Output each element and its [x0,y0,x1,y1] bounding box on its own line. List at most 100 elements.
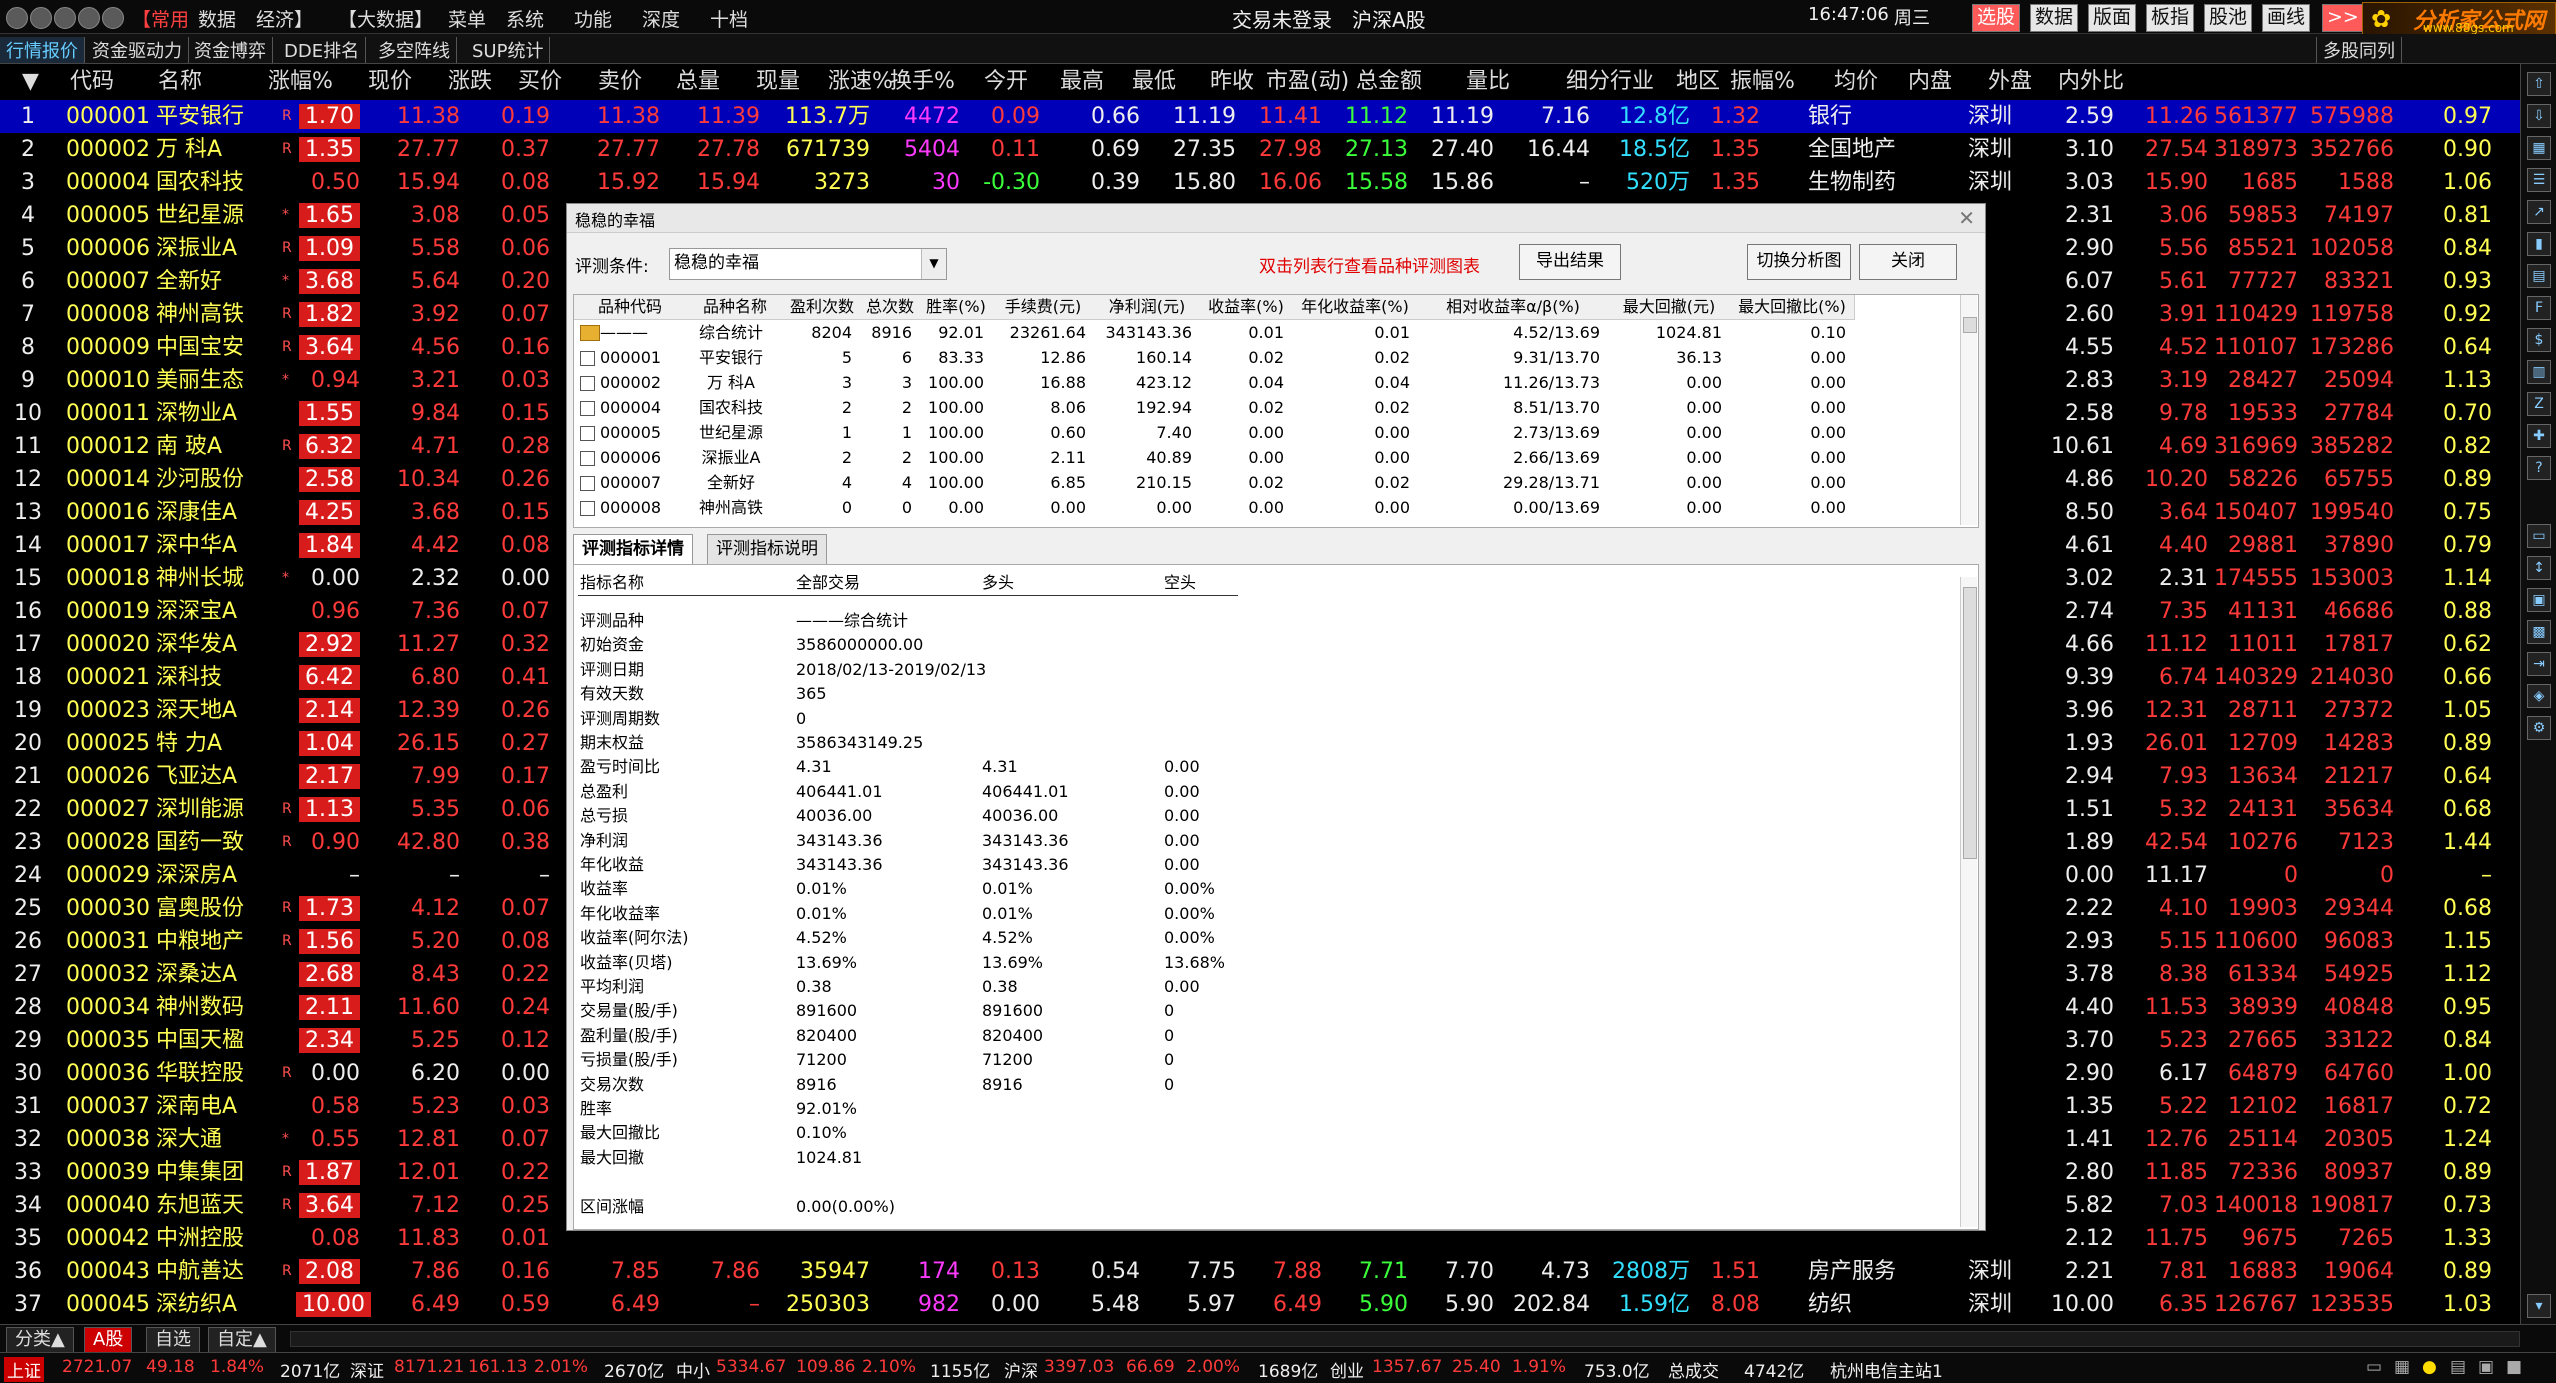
row-checkbox[interactable] [580,451,595,466]
list-column-header[interactable]: 收益率(%) [1200,295,1293,320]
kline-icon[interactable]: ▮ [2527,232,2551,256]
stock-code[interactable]: 000006 [66,232,150,265]
stock-code[interactable]: 000002 [66,133,150,166]
f10-icon[interactable]: F [2527,296,2551,320]
tab-indicator-details[interactable]: 评测指标详情 [573,534,693,566]
refresh-circle-icon[interactable] [78,7,100,29]
stock-name[interactable]: 国药一致 [156,826,244,859]
chart-line-icon[interactable]: ↗ [2527,200,2551,224]
bag-icon[interactable]: ◈ [2527,684,2551,708]
table-icon[interactable]: ▦ [2527,136,2551,160]
stock-name[interactable]: 南 玻A [156,430,222,463]
stock-name[interactable]: 深大通 [156,1123,222,1156]
system-dot-icon[interactable] [6,7,28,29]
menu-xitong[interactable]: 系统 [506,5,544,32]
table-row[interactable]: 36 000043 中航善达 R 2.08 7.86 0.16 7.85 7.86 35947 17… [0,1255,2520,1288]
tab-a-share[interactable]: A股 [84,1327,133,1353]
stock-code[interactable]: 000026 [66,760,150,793]
stock-name[interactable]: 深中华A [156,529,237,562]
tray-print-icon[interactable]: ▣ [2478,1357,2494,1377]
stock-code[interactable]: 000039 [66,1156,150,1189]
column-header[interactable]: 现量 [756,64,800,100]
stock-code[interactable]: 000040 [66,1189,150,1222]
tray-grid-icon[interactable]: ▦ [2394,1357,2410,1377]
tab-category[interactable]: 分类▲ [6,1327,74,1353]
menu-jingji[interactable]: 经济】 [256,5,313,32]
list-column-header[interactable]: 总次数 [860,295,921,320]
home-circle-icon[interactable] [102,7,124,29]
stock-name[interactable]: 飞亚达A [156,760,237,793]
stock-name[interactable]: 深南电A [156,1090,237,1123]
stock-code[interactable]: 000012 [66,430,150,463]
tab-indicator-description[interactable]: 评测指标说明 [707,534,827,566]
list-scrollbar[interactable] [1960,295,1977,525]
stock-code[interactable]: 000032 [66,958,150,991]
column-header[interactable]: 涨幅% [268,64,333,100]
menu-dashuju[interactable]: 【大数据】 [338,5,433,32]
column-header[interactable]: 振幅% [1730,64,1795,100]
huaxian-button[interactable]: 画线 [2262,4,2311,32]
cy-label[interactable]: 创业 [1330,1357,1364,1382]
column-header[interactable]: 涨速% [828,64,893,100]
screen-icon[interactable]: ▣ [2527,588,2551,612]
list-column-header[interactable]: 最大回撤比(%) [1730,295,1855,320]
stock-code[interactable]: 000005 [66,199,150,232]
column-header[interactable]: 换手% [890,64,955,100]
stock-code[interactable]: 000027 [66,793,150,826]
arrow-down-icon[interactable]: ⇩ [2527,104,2551,128]
stock-code[interactable]: 000045 [66,1288,150,1321]
list-item[interactable]: 000002 万 科A 3 3 100.00 16.88 423.12 0.04 0.04 11.… [574,370,1978,395]
column-header[interactable]: 细分行业 [1566,64,1654,100]
tab-multi-stock[interactable]: 多股同列 [2316,37,2402,63]
stock-code[interactable]: 000042 [66,1222,150,1255]
stock-code[interactable]: 000034 [66,991,150,1024]
list-item[interactable]: 000004 国农科技 2 2 100.00 8.06 192.94 0.02 0.02 8.51… [574,395,1978,420]
tray-calc-icon[interactable]: ▤ [2450,1357,2466,1377]
column-header[interactable]: 最高 [1060,64,1104,100]
hs-label[interactable]: 沪深 [1004,1357,1038,1382]
tab-sup-stats[interactable]: SUP统计 [466,37,551,63]
stock-name[interactable]: 深振业A [156,232,237,265]
stock-name[interactable]: 中国宝安 [156,331,244,364]
stock-code[interactable]: 000025 [66,727,150,760]
fz-icon[interactable]: Z [2527,392,2551,416]
sort-icon[interactable]: ↕ [2527,556,2551,580]
list-column-header[interactable]: 年化收益率(%) [1292,295,1419,320]
report-icon[interactable]: ▥ [2527,360,2551,384]
stock-code[interactable]: 000016 [66,496,150,529]
stock-name[interactable]: 深桑达A [156,958,237,991]
server-site[interactable]: 杭州电信主站1 [1830,1357,1943,1382]
column-header[interactable]: 总量 [676,64,720,100]
tab-custom[interactable]: 自定▲ [208,1327,276,1353]
finance-icon[interactable]: $ [2527,328,2551,352]
stock-code[interactable]: 000007 [66,265,150,298]
tray-bell-icon[interactable]: ● [2422,1357,2437,1377]
tab-dde-rank[interactable]: DDE排名 [278,37,367,63]
stock-name[interactable]: 神州高铁 [156,298,244,331]
news-icon[interactable]: ▤ [2527,264,2551,288]
stock-name[interactable]: 中集集团 [156,1156,244,1189]
column-header[interactable]: 现价 [368,64,412,100]
stock-name[interactable]: 特 力A [156,727,222,760]
stock-name[interactable]: 深科技 [156,661,222,694]
stock-code[interactable]: 000030 [66,892,150,925]
stock-code[interactable]: 000010 [66,364,150,397]
stock-name[interactable]: 国农科技 [156,166,244,199]
stock-code[interactable]: 000036 [66,1057,150,1090]
row-checkbox[interactable] [580,401,595,416]
menu-shuju[interactable]: 数据 [198,5,236,32]
column-header[interactable]: 市盈(动) [1266,64,1349,100]
stock-code[interactable]: 000001 [66,100,150,133]
list-column-header[interactable]: 胜率(%) [920,295,993,320]
gear-icon[interactable]: ⚙ [2527,716,2551,740]
stock-name[interactable]: 沙河股份 [156,463,244,496]
stock-name[interactable]: 深华发A [156,628,237,661]
stock-name[interactable]: 神州数码 [156,991,244,1024]
stock-name[interactable]: 深圳能源 [156,793,244,826]
list-icon[interactable]: ☰ [2527,168,2551,192]
column-menu-icon[interactable]: ▼ [22,64,39,100]
horizontal-scrollbar[interactable] [290,1331,2520,1347]
column-header[interactable]: 量比 [1466,64,1510,100]
list-column-header[interactable]: 品种代码 [574,295,687,320]
column-header[interactable]: 内外比 [2058,64,2124,100]
